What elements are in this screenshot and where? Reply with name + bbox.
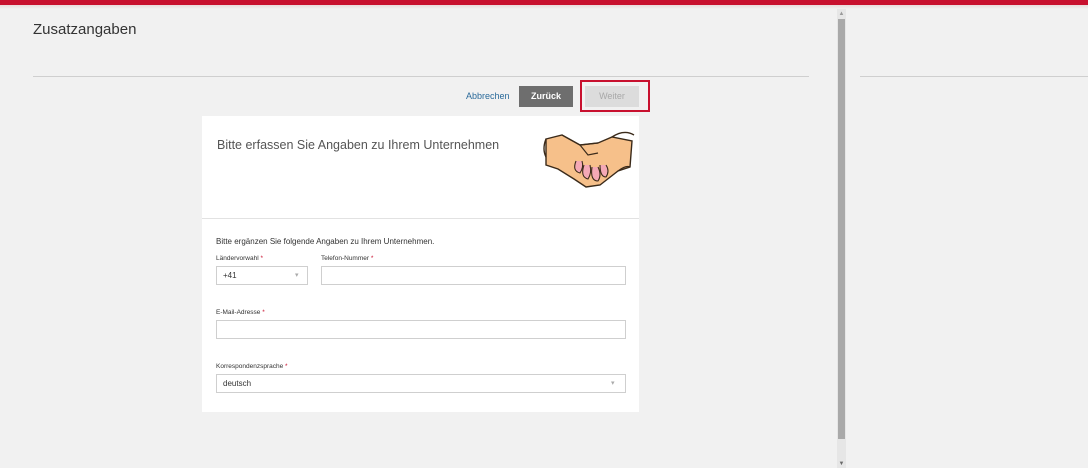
intro-text: Bitte ergänzen Sie folgende Angaben zu I… [216,237,435,246]
email-field[interactable] [216,320,626,339]
required-mark: * [370,255,374,262]
company-info-card: Bitte erfassen Sie Angaben zu Ihrem Unte… [202,116,639,412]
back-button[interactable]: Zurück [519,86,573,107]
country-code-label-text: Ländervorwahl [216,255,259,262]
chevron-down-icon: ▾ [611,380,615,387]
country-code-select[interactable]: +41 ▾ [216,266,308,285]
scroll-thumb[interactable] [838,19,845,439]
side-panel-divider [860,76,1088,77]
email-label-text: E-Mail-Adresse [216,309,261,316]
cancel-button[interactable]: Abbrechen [466,87,516,106]
header-divider [33,76,809,77]
vertical-scrollbar[interactable]: ▲ ▼ [837,9,846,468]
card-heading: Bitte erfassen Sie Angaben zu Ihrem Unte… [217,138,500,152]
card-divider [202,218,639,219]
phone-label: Telefon-Nummer * [321,255,373,262]
next-button[interactable]: Weiter [585,86,639,107]
language-select[interactable]: deutsch ▾ [216,374,626,393]
country-code-label: Ländervorwahl * [216,255,263,262]
top-bar-shadow [0,5,1088,9]
language-label: Korrespondenzsprache * [216,363,288,370]
required-mark: * [285,363,288,370]
chevron-down-icon: ▾ [295,272,299,279]
language-label-text: Korrespondenzsprache [216,363,284,370]
phone-field[interactable] [321,266,626,285]
required-mark: * [262,309,265,316]
country-code-value: +41 [223,271,237,280]
scroll-up-icon[interactable]: ▲ [837,10,846,18]
required-mark: * [260,255,263,262]
handshake-icon [543,131,635,188]
phone-label-text: Telefon-Nummer [321,255,370,262]
language-value: deutsch [223,379,252,388]
email-label: E-Mail-Adresse * [216,309,265,316]
scroll-down-icon[interactable]: ▼ [837,460,846,468]
page-title: Zusatzangaben [33,21,137,38]
